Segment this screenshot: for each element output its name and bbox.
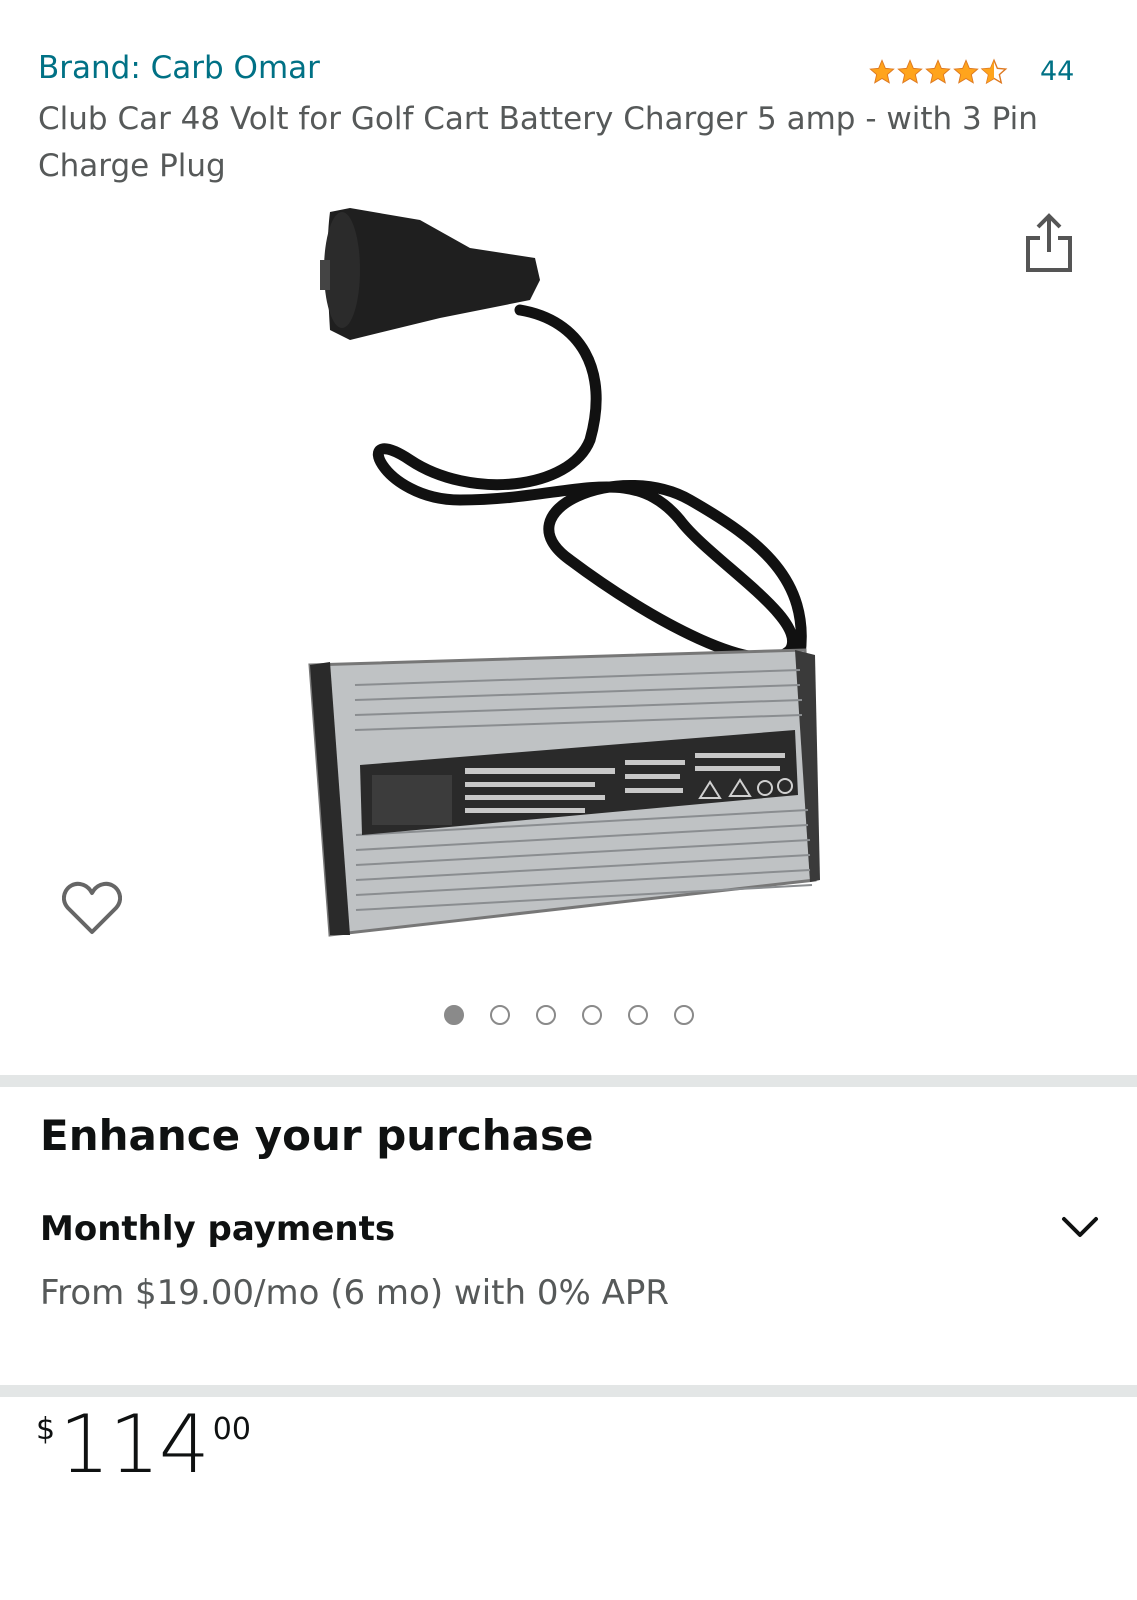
rating[interactable]: 44: [868, 52, 1074, 92]
brand-link[interactable]: Brand: Carb Omar: [38, 48, 320, 88]
share-icon[interactable]: [1024, 212, 1074, 274]
star-icon: [953, 59, 979, 84]
star-icon: [869, 59, 895, 84]
star-icon: [897, 59, 923, 84]
carousel-dot[interactable]: [627, 1005, 648, 1025]
price: $ 114 00: [36, 1400, 251, 1490]
carousel-dot[interactable]: [535, 1005, 556, 1025]
monthly-payments-label: Monthly payments: [40, 1209, 396, 1249]
star-half-icon: [980, 58, 1008, 85]
price-symbol: $: [36, 1412, 56, 1447]
price-fraction: 00: [212, 1412, 251, 1447]
carousel-dot[interactable]: [489, 1005, 510, 1025]
section-divider: [0, 1075, 1137, 1087]
carousel-dot[interactable]: [673, 1005, 694, 1025]
product-title: Club Car 48 Volt for Golf Cart Battery C…: [38, 101, 1038, 184]
carousel-indicator: [0, 1005, 1137, 1025]
section-divider: [0, 1385, 1137, 1397]
enhance-heading: Enhance your purchase: [40, 1111, 594, 1160]
carousel-dot[interactable]: [443, 1005, 464, 1025]
monthly-payments-detail: From $19.00/mo (6 mo) with 0% APR: [40, 1273, 669, 1313]
carousel-dot[interactable]: [581, 1005, 602, 1025]
heart-icon[interactable]: [62, 880, 122, 936]
chevron-down-icon[interactable]: [1060, 1213, 1100, 1243]
price-whole: 114: [59, 1398, 210, 1491]
star-icon: [925, 59, 951, 84]
product-image[interactable]: [290, 200, 850, 960]
stars: [868, 58, 1008, 86]
rating-count[interactable]: 44: [1040, 52, 1074, 92]
monthly-payments-row[interactable]: Monthly payments From $19.00/mo (6 mo) w…: [40, 1205, 1100, 1325]
